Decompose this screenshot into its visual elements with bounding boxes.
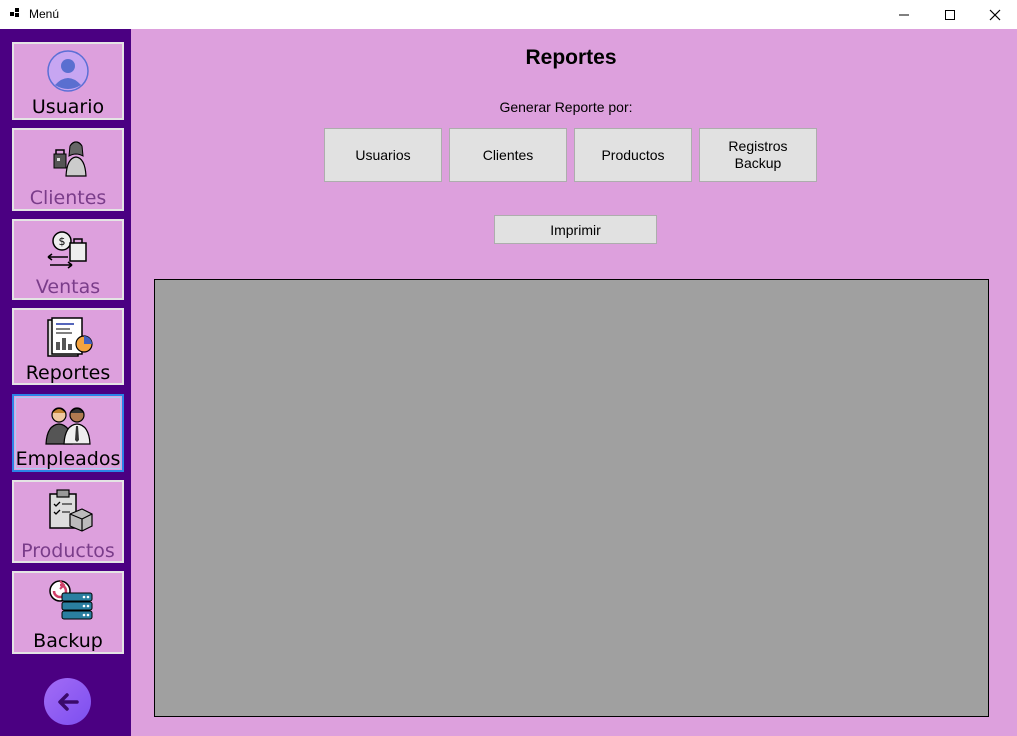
minimize-button[interactable] <box>881 0 927 29</box>
sidebar-item-label: Empleados <box>15 448 121 470</box>
page-title: Reportes <box>525 46 617 69</box>
employees-icon <box>45 407 91 445</box>
sidebar-item-usuario[interactable]: Usuario <box>12 42 124 120</box>
close-icon <box>989 9 1001 20</box>
report-usuarios-button[interactable]: Usuarios <box>324 128 442 182</box>
report-productos-button[interactable]: Productos <box>574 128 692 182</box>
sidebar-item-label: Reportes <box>25 362 111 384</box>
sidebar-item-label: Ventas <box>35 276 101 298</box>
sidebar-item-reportes[interactable]: Reportes <box>12 308 124 385</box>
app-icon <box>10 8 19 17</box>
sidebar-item-clientes[interactable]: Clientes <box>12 128 124 211</box>
close-button[interactable] <box>972 0 1017 29</box>
reports-icon <box>47 317 93 357</box>
report-registros-backup-button[interactable]: Registros Backup <box>699 128 817 182</box>
report-subtitle: Generar Reporte por: <box>499 99 633 115</box>
sidebar-item-backup[interactable]: Backup <box>12 571 124 654</box>
maximize-button[interactable] <box>927 0 973 29</box>
sidebar-item-label: Productos <box>21 540 115 562</box>
arrow-left-icon <box>57 692 79 711</box>
sidebar-item-productos[interactable]: Productos <box>12 480 124 563</box>
sidebar-item-label: Clientes <box>29 187 107 209</box>
main-panel: Reportes Generar Reporte por: Usuarios C… <box>131 29 1017 736</box>
sales-icon: $ <box>47 231 87 269</box>
products-icon <box>49 489 93 532</box>
minimize-icon <box>899 14 909 15</box>
window-title: Menú <box>29 7 60 21</box>
print-button[interactable]: Imprimir <box>494 215 657 244</box>
report-viewer[interactable] <box>154 279 989 717</box>
sidebar-item-label: Usuario <box>31 96 105 118</box>
maximize-icon <box>945 9 955 20</box>
sidebar-item-empleados[interactable]: Empleados <box>12 394 124 472</box>
svg-text:$: $ <box>59 235 66 248</box>
sidebar-item-ventas[interactable]: $ Ventas <box>12 219 124 300</box>
back-button[interactable] <box>44 678 91 725</box>
title-bar: Menú <box>0 0 1017 29</box>
sidebar: Usuario Clientes $ Ventas Reportes Emple… <box>0 29 131 736</box>
sidebar-item-label: Backup <box>33 630 103 652</box>
clients-icon <box>53 141 87 177</box>
user-avatar-icon <box>47 50 89 92</box>
report-clientes-button[interactable]: Clientes <box>449 128 567 182</box>
backup-icon <box>49 580 93 620</box>
